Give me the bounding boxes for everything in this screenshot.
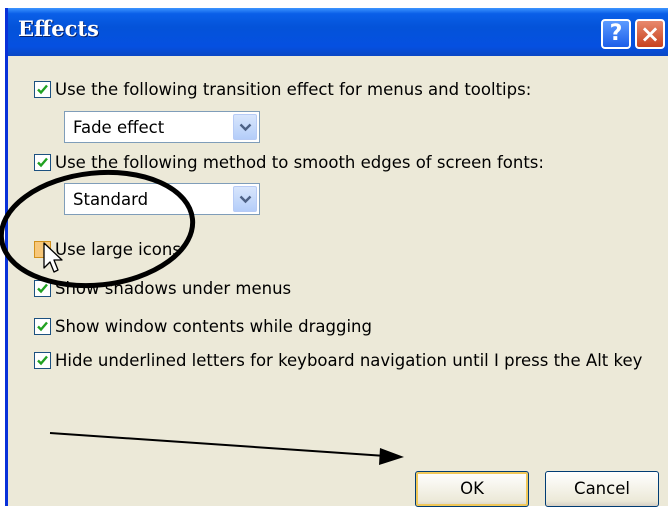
annotation-overlay — [0, 169, 404, 465]
mouse-cursor-icon — [43, 242, 63, 273]
annotation-arrow-line — [49, 432, 387, 457]
highlight-circle — [0, 169, 196, 289]
annotation-arrow-head — [379, 448, 404, 465]
